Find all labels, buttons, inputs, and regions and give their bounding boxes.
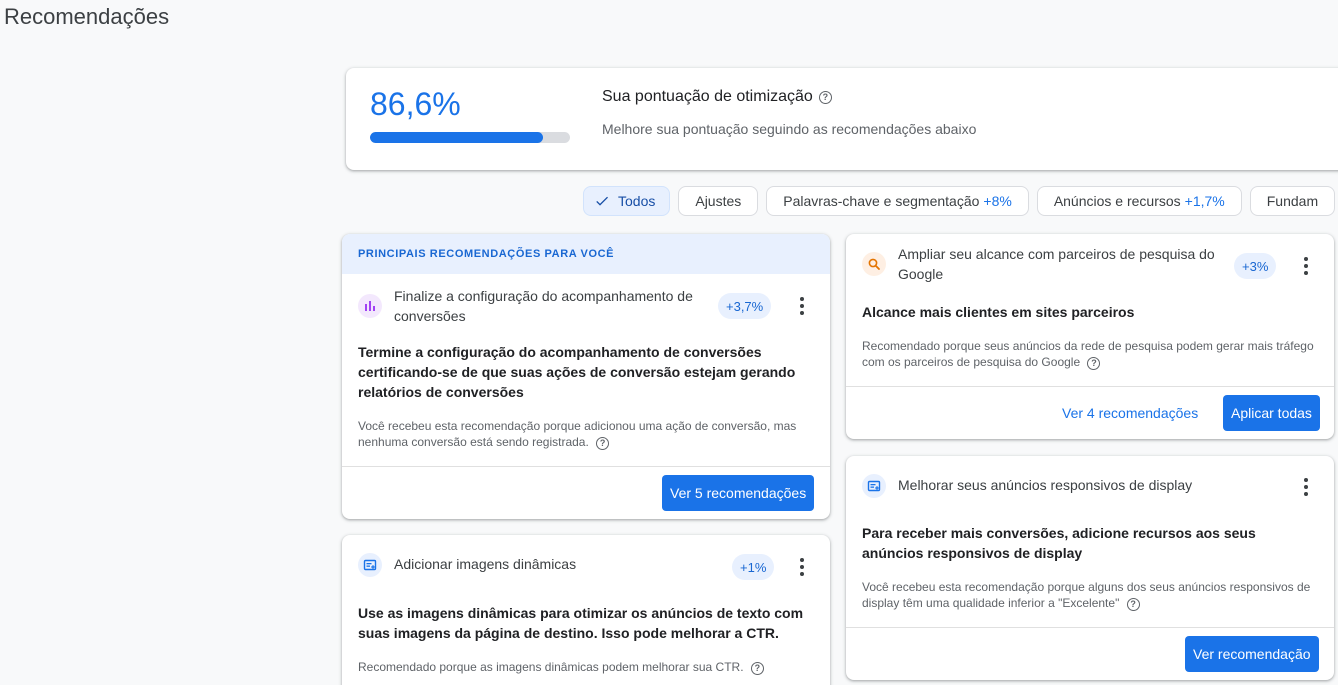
- card-divider: [846, 386, 1334, 387]
- filter-chip-todos[interactable]: Todos: [583, 186, 671, 216]
- page-title: Recomendações: [4, 4, 170, 29]
- optimization-score-value: 86,6%: [370, 86, 461, 122]
- card-description: Você recebeu esta recomendação porque ad…: [342, 418, 830, 450]
- filter-chip-label: Palavras-chave e segmentação: [783, 193, 980, 209]
- recommendation-card-conversions: PRINCIPAIS RECOMENDAÇÕES PARA VOCÊ Final…: [342, 234, 830, 519]
- card-divider: [342, 466, 830, 467]
- top-recommendations-banner: PRINCIPAIS RECOMENDAÇÕES PARA VOCÊ: [342, 234, 830, 274]
- view-recommendation-button[interactable]: Ver recomendação: [1185, 636, 1319, 672]
- filter-chip-delta: +1,7%: [1184, 193, 1225, 209]
- help-icon[interactable]: ?: [596, 437, 610, 450]
- check-icon: [596, 196, 608, 206]
- ad-asset-icon: [358, 553, 382, 577]
- optimization-score-title: Sua pontuação de otimização ?: [602, 88, 832, 106]
- filter-chip-keywords[interactable]: Palavras-chave e segmentação +8%: [766, 186, 1029, 216]
- recommendation-card-dynamic-images: Adicionar imagens dinâmicas +1% Use as i…: [342, 535, 830, 685]
- help-icon[interactable]: ?: [750, 662, 764, 675]
- apply-all-button[interactable]: Aplicar todas: [1223, 395, 1320, 431]
- help-icon[interactable]: ?: [1087, 357, 1101, 370]
- optimization-progress-bar: [370, 132, 570, 143]
- filter-chips: Todos Ajustes Palavras-chave e segmentaç…: [583, 186, 1336, 216]
- card-description: Recomendado porque as imagens dinâmicas …: [342, 659, 830, 675]
- optimization-score-title-text: Sua pontuação de otimização: [602, 88, 813, 105]
- optimization-score-subtitle: Melhore sua pontuação seguindo as recome…: [602, 121, 977, 137]
- filter-chip-label: Todos: [618, 193, 656, 209]
- card-description-text: Você recebeu esta recomendação porque al…: [862, 580, 1311, 610]
- filter-chip-label: Ajustes: [695, 193, 742, 209]
- more-options-icon[interactable]: [792, 555, 812, 579]
- card-description: Você recebeu esta recomendação porque al…: [846, 579, 1334, 611]
- score-impact-badge: +1%: [732, 554, 775, 580]
- filter-chip-delta: +8%: [983, 193, 1012, 209]
- score-impact-badge: +3,7%: [718, 293, 772, 319]
- help-icon[interactable]: ?: [1126, 598, 1140, 611]
- view-5-recommendations-button[interactable]: Ver 5 recomendações: [662, 475, 815, 511]
- card-body-title: Termine a configuração do acompanhamento…: [358, 344, 796, 400]
- card-description: Recomendado porque seus anúncios da rede…: [846, 338, 1334, 370]
- filter-chip-label: Anúncios e recursos: [1053, 193, 1181, 209]
- filter-chip-label: Fundam: [1266, 193, 1319, 209]
- filter-chip-fundamentals[interactable]: Fundam: [1249, 186, 1336, 216]
- recommendation-card-display-ads: Melhorar seus anúncios responsivos de di…: [846, 456, 1334, 680]
- recommendations-page: Recomendações 86,6% Sua pontuação de oti…: [0, 0, 1338, 685]
- recommendation-card-search-partners: Ampliar seu alcance com parceiros de pes…: [846, 234, 1334, 439]
- more-options-icon[interactable]: [1296, 475, 1316, 499]
- search-icon: [862, 252, 886, 276]
- card-title: Melhorar seus anúncios responsivos de di…: [898, 477, 1193, 493]
- card-description-text: Você recebeu esta recomendação porque ad…: [358, 419, 797, 449]
- ad-asset-icon: [862, 474, 886, 498]
- more-options-icon[interactable]: [1296, 254, 1316, 278]
- view-4-recommendations-button[interactable]: Ver 4 recomendações: [1054, 395, 1206, 431]
- card-description-text: Recomendado porque as imagens dinâmicas …: [358, 660, 744, 674]
- help-icon[interactable]: ?: [818, 90, 832, 104]
- card-title: Adicionar imagens dinâmicas: [394, 556, 577, 572]
- card-body-title: Para receber mais conversões, adicione r…: [862, 525, 1256, 561]
- score-impact-badge: +3%: [1234, 253, 1277, 279]
- bar-chart-icon: [358, 294, 382, 318]
- more-options-icon[interactable]: [792, 294, 812, 318]
- card-title: Ampliar seu alcance com parceiros de pes…: [898, 246, 1215, 282]
- card-divider: [846, 627, 1334, 628]
- optimization-score-card: 86,6% Sua pontuação de otimização ? Melh…: [346, 68, 1338, 170]
- card-body-title: Alcance mais clientes em sites parceiros: [862, 304, 1135, 320]
- card-title: Finalize a configuração do acompanhament…: [394, 288, 693, 324]
- optimization-progress-fill: [370, 132, 544, 143]
- card-body-title: Use as imagens dinâmicas para otimizar o…: [358, 605, 804, 641]
- filter-chip-ads-assets[interactable]: Anúncios e recursos +1,7%: [1036, 186, 1242, 216]
- filter-chip-ajustes[interactable]: Ajustes: [678, 186, 759, 216]
